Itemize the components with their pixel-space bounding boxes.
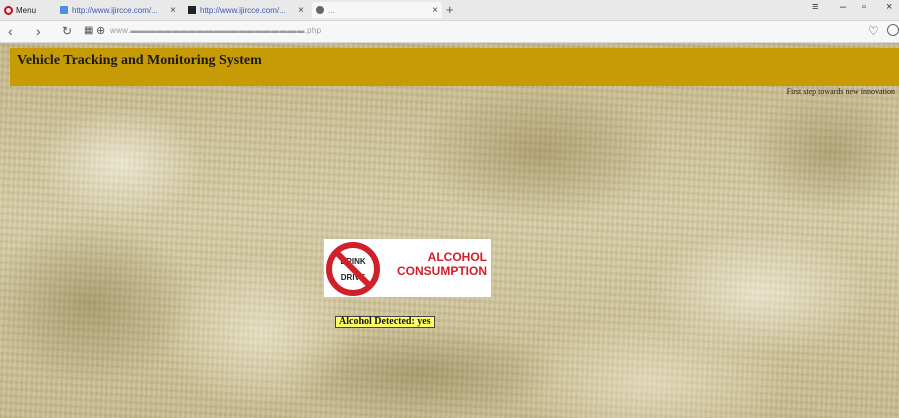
tab-title: http://www.ijircce.com/... bbox=[72, 5, 158, 15]
forward-icon[interactable]: › bbox=[36, 23, 41, 39]
sign-caption: ALCOHOL CONSUMPTION bbox=[384, 250, 487, 278]
close-tab-icon[interactable]: × bbox=[298, 5, 304, 16]
opera-logo-icon bbox=[4, 5, 13, 15]
tagline: First step towards new innovation bbox=[786, 87, 895, 96]
document-favicon-icon bbox=[188, 6, 196, 14]
browser-menu-button[interactable]: Menu bbox=[4, 3, 36, 17]
globe-icon: ⊕ bbox=[96, 25, 106, 37]
maximize-icon[interactable]: ▫ bbox=[862, 1, 866, 13]
tab-title: ... bbox=[328, 5, 335, 15]
close-window-icon[interactable]: × bbox=[886, 1, 892, 13]
menu-label: Menu bbox=[16, 5, 37, 15]
tab-menu-icon[interactable]: ≡ bbox=[812, 1, 818, 13]
minimize-icon[interactable]: – bbox=[840, 1, 846, 13]
url-field[interactable]: www.▬▬▬▬▬▬▬▬▬▬▬▬▬▬▬▬▬▬▬▬▬.php bbox=[110, 26, 321, 35]
tab-active[interactable]: ... × bbox=[312, 2, 442, 18]
alcohol-status-label: Alcohol Detected: yes bbox=[335, 316, 435, 328]
bookmark-heart-icon[interactable]: ♡ bbox=[868, 24, 879, 38]
site-header: Vehicle Tracking and Monitoring System bbox=[10, 48, 899, 86]
site-favicon-icon bbox=[60, 6, 68, 14]
address-bar: ‹ › ↻ ▦ ⊕ www.▬▬▬▬▬▬▬▬▬▬▬▬▬▬▬▬▬▬▬▬▬.php … bbox=[0, 21, 899, 43]
close-tab-icon[interactable]: × bbox=[432, 5, 438, 16]
page-viewport: Vehicle Tracking and Monitoring System F… bbox=[0, 43, 899, 418]
speed-dial-icon[interactable]: ▦ bbox=[84, 25, 93, 36]
tab-2[interactable]: http://www.ijircce.com/... × bbox=[184, 2, 308, 18]
page-favicon-icon bbox=[316, 6, 324, 14]
no-drink-drive-icon: DRINK DRIVE bbox=[326, 242, 380, 296]
sign-line-1: ALCOHOL bbox=[427, 250, 487, 264]
new-tab-plus-icon[interactable]: + bbox=[446, 2, 454, 17]
browser-tab-strip: Menu http://www.ijircce.com/... × http:/… bbox=[0, 0, 899, 21]
sign-line-2: CONSUMPTION bbox=[397, 264, 487, 278]
close-tab-icon[interactable]: × bbox=[170, 5, 176, 16]
back-icon[interactable]: ‹ bbox=[8, 23, 13, 39]
site-title: Vehicle Tracking and Monitoring System bbox=[17, 53, 262, 68]
download-icon[interactable] bbox=[887, 24, 899, 36]
alcohol-consumption-image: DRINK DRIVE ALCOHOL CONSUMPTION bbox=[324, 239, 491, 297]
tab-title: http://www.ijircce.com/... bbox=[200, 5, 286, 15]
tab-1[interactable]: http://www.ijircce.com/... × bbox=[56, 2, 180, 18]
reload-icon[interactable]: ↻ bbox=[62, 24, 72, 38]
